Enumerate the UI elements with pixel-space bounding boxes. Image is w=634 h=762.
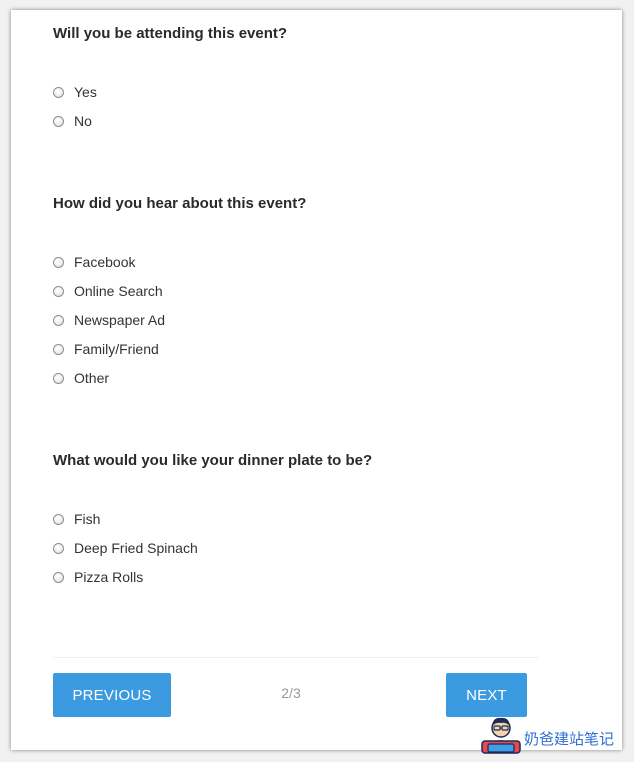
radio-button[interactable] (53, 285, 64, 297)
radio-option-fish[interactable]: Fish (53, 510, 100, 528)
radio-label: Newspaper Ad (74, 312, 166, 328)
radio-button[interactable] (53, 513, 64, 525)
radio-button[interactable] (53, 372, 64, 384)
radio-option-online-search[interactable]: Online Search (53, 282, 163, 300)
form-card: Will you be attending this event? Yes No… (11, 10, 622, 750)
radio-button[interactable] (53, 115, 64, 127)
radio-label: Deep Fried Spinach (74, 540, 198, 556)
watermark: 奶爸建站笔记 (480, 712, 614, 758)
radio-label: Online Search (74, 283, 163, 299)
radio-label: No (74, 113, 92, 129)
radio-button[interactable] (53, 343, 64, 355)
radio-option-no[interactable]: No (53, 112, 92, 130)
radio-label: Pizza Rolls (74, 569, 144, 585)
next-button[interactable]: NEXT (446, 673, 527, 717)
radio-option-facebook[interactable]: Facebook (53, 253, 135, 271)
radio-button[interactable] (53, 314, 64, 326)
radio-label: Other (74, 370, 110, 386)
question-dinner-plate: What would you like your dinner plate to… (53, 452, 373, 469)
radio-label: Facebook (74, 254, 136, 270)
radio-label: Family/Friend (74, 341, 159, 357)
radio-label: Fish (74, 511, 101, 527)
page-indicator: 2/3 (281, 685, 301, 701)
radio-button[interactable] (53, 571, 64, 583)
question-attending: Will you be attending this event? (53, 25, 288, 42)
radio-option-deep-fried-spinach[interactable]: Deep Fried Spinach (53, 539, 198, 557)
radio-option-other[interactable]: Other (53, 369, 109, 387)
radio-option-pizza-rolls[interactable]: Pizza Rolls (53, 568, 143, 586)
radio-label: Yes (74, 84, 97, 100)
radio-option-family-friend[interactable]: Family/Friend (53, 340, 159, 358)
radio-option-newspaper-ad[interactable]: Newspaper Ad (53, 311, 165, 329)
radio-button[interactable] (53, 86, 64, 98)
previous-button[interactable]: PREVIOUS (53, 673, 171, 717)
radio-button[interactable] (53, 256, 64, 268)
question-heard-about: How did you hear about this event? (53, 195, 307, 212)
avatar-icon (481, 717, 521, 754)
watermark-text: 奶爸建站笔记 (524, 730, 615, 748)
radio-button[interactable] (53, 542, 64, 554)
divider (53, 657, 538, 658)
radio-option-yes[interactable]: Yes (53, 83, 97, 101)
